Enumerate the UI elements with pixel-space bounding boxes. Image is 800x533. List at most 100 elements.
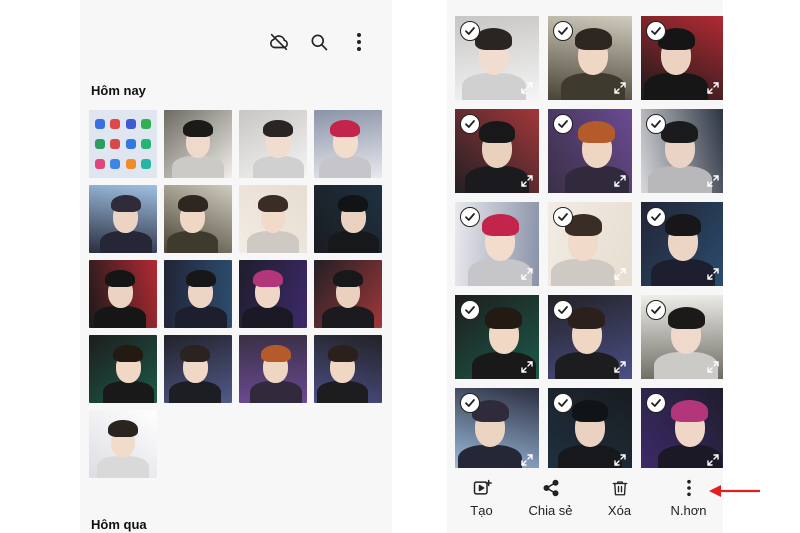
photo-hair-shape xyxy=(260,344,291,363)
photo-thumbnail[interactable] xyxy=(164,260,232,328)
checkmark-icon[interactable] xyxy=(646,393,666,413)
expand-icon[interactable] xyxy=(707,361,719,373)
selected-photo-thumbnail[interactable] xyxy=(548,388,632,472)
photo-content xyxy=(239,260,307,328)
photo-thumbnail[interactable] xyxy=(164,335,232,403)
photo-thumbnail[interactable] xyxy=(314,260,382,328)
selected-photo-thumbnail[interactable] xyxy=(548,295,632,379)
photo-content xyxy=(239,335,307,403)
photo-hair-shape xyxy=(330,119,361,138)
selected-photo-thumbnail[interactable] xyxy=(641,202,723,286)
photo-body-shape xyxy=(172,156,224,178)
expand-icon[interactable] xyxy=(707,175,719,187)
expand-icon[interactable] xyxy=(521,454,533,466)
checkmark-icon[interactable] xyxy=(646,114,666,134)
selected-photo-thumbnail[interactable] xyxy=(455,16,539,100)
delete-button[interactable]: Xóa xyxy=(587,478,653,518)
photo-body-shape xyxy=(99,231,152,253)
checkmark-icon[interactable] xyxy=(553,393,573,413)
photo-thumbnail[interactable] xyxy=(164,185,232,253)
selected-photo-thumbnail[interactable] xyxy=(548,202,632,286)
checkmark-icon[interactable] xyxy=(460,393,480,413)
search-icon[interactable] xyxy=(308,31,330,53)
photo-hair-shape xyxy=(263,119,294,138)
app-icon xyxy=(140,138,151,149)
photo-hair-shape xyxy=(475,27,513,50)
expand-icon[interactable] xyxy=(521,268,533,280)
photo-body-shape xyxy=(327,231,380,253)
photo-content xyxy=(314,185,382,253)
share-button[interactable]: Chia sẻ xyxy=(518,478,584,518)
expand-icon[interactable] xyxy=(707,82,719,94)
expand-icon[interactable] xyxy=(614,361,626,373)
photo-body-shape xyxy=(169,381,222,403)
photo-thumbnail[interactable] xyxy=(239,260,307,328)
screen-pair: Hôm nay Hôm qua Tạo Chia sẻ Xóa N.hơn xyxy=(0,0,800,533)
selected-photo-thumbnail[interactable] xyxy=(641,109,723,193)
photo-hair-shape xyxy=(485,306,523,329)
selected-photo-thumbnail[interactable] xyxy=(455,202,539,286)
app-icon xyxy=(95,159,106,170)
selected-photo-thumbnail[interactable] xyxy=(548,16,632,100)
checkmark-icon[interactable] xyxy=(553,114,573,134)
photo-thumbnail[interactable] xyxy=(314,110,382,178)
share-label: Chia sẻ xyxy=(528,503,573,518)
photo-thumbnail[interactable] xyxy=(89,185,157,253)
expand-icon[interactable] xyxy=(521,175,533,187)
selected-photo-thumbnail[interactable] xyxy=(641,295,723,379)
photo-content xyxy=(314,335,382,403)
selected-photo-thumbnail[interactable] xyxy=(455,295,539,379)
checkmark-icon[interactable] xyxy=(460,21,480,41)
selected-photo-thumbnail[interactable] xyxy=(641,388,723,472)
checkmark-icon[interactable] xyxy=(553,21,573,41)
photo-body-shape xyxy=(316,381,369,403)
selected-photo-thumbnail[interactable] xyxy=(455,109,539,193)
photo-thumbnail[interactable] xyxy=(239,110,307,178)
create-button[interactable]: Tạo xyxy=(449,478,515,518)
photo-body-shape xyxy=(644,73,709,100)
checkmark-icon[interactable] xyxy=(646,207,666,227)
more-vert-icon xyxy=(679,478,699,498)
checkmark-icon[interactable] xyxy=(460,300,480,320)
photo-grid-selected xyxy=(455,16,723,472)
checkmark-icon[interactable] xyxy=(460,207,480,227)
photo-content xyxy=(239,110,307,178)
expand-icon[interactable] xyxy=(521,82,533,94)
expand-icon[interactable] xyxy=(521,361,533,373)
selection-action-bar: Tạo Chia sẻ Xóa N.hơn xyxy=(447,468,723,533)
expand-icon[interactable] xyxy=(707,268,719,280)
expand-icon[interactable] xyxy=(707,454,719,466)
photo-hair-shape xyxy=(258,194,288,213)
more-label: N.hơn xyxy=(670,503,707,518)
photo-hair-shape xyxy=(177,194,208,213)
checkmark-icon[interactable] xyxy=(553,207,573,227)
photo-thumbnail[interactable] xyxy=(239,335,307,403)
selected-photo-thumbnail[interactable] xyxy=(641,16,723,100)
photo-thumbnail[interactable] xyxy=(239,185,307,253)
photo-content xyxy=(164,335,232,403)
photo-thumbnail[interactable] xyxy=(314,335,382,403)
cloud-off-icon[interactable] xyxy=(268,31,290,53)
photo-thumbnail[interactable] xyxy=(89,260,157,328)
photo-thumbnail[interactable] xyxy=(89,335,157,403)
checkmark-icon[interactable] xyxy=(646,300,666,320)
photo-hair-shape xyxy=(183,119,213,138)
photo-content xyxy=(89,185,157,253)
checkmark-icon[interactable] xyxy=(553,300,573,320)
photo-thumbnail[interactable] xyxy=(164,110,232,178)
selected-photo-thumbnail[interactable] xyxy=(455,388,539,472)
checkmark-icon[interactable] xyxy=(646,21,666,41)
selected-photo-thumbnail[interactable] xyxy=(548,109,632,193)
photo-body-shape xyxy=(247,231,299,253)
photo-thumbnail[interactable] xyxy=(314,185,382,253)
expand-icon[interactable] xyxy=(614,175,626,187)
photo-body-shape xyxy=(461,73,526,100)
photo-hair-shape xyxy=(180,344,211,363)
more-vert-icon[interactable] xyxy=(348,31,370,53)
expand-icon[interactable] xyxy=(614,268,626,280)
screenshot-thumbnail[interactable] xyxy=(89,110,157,178)
expand-icon[interactable] xyxy=(614,82,626,94)
photo-thumbnail[interactable] xyxy=(89,410,157,478)
checkmark-icon[interactable] xyxy=(460,114,480,134)
expand-icon[interactable] xyxy=(614,454,626,466)
